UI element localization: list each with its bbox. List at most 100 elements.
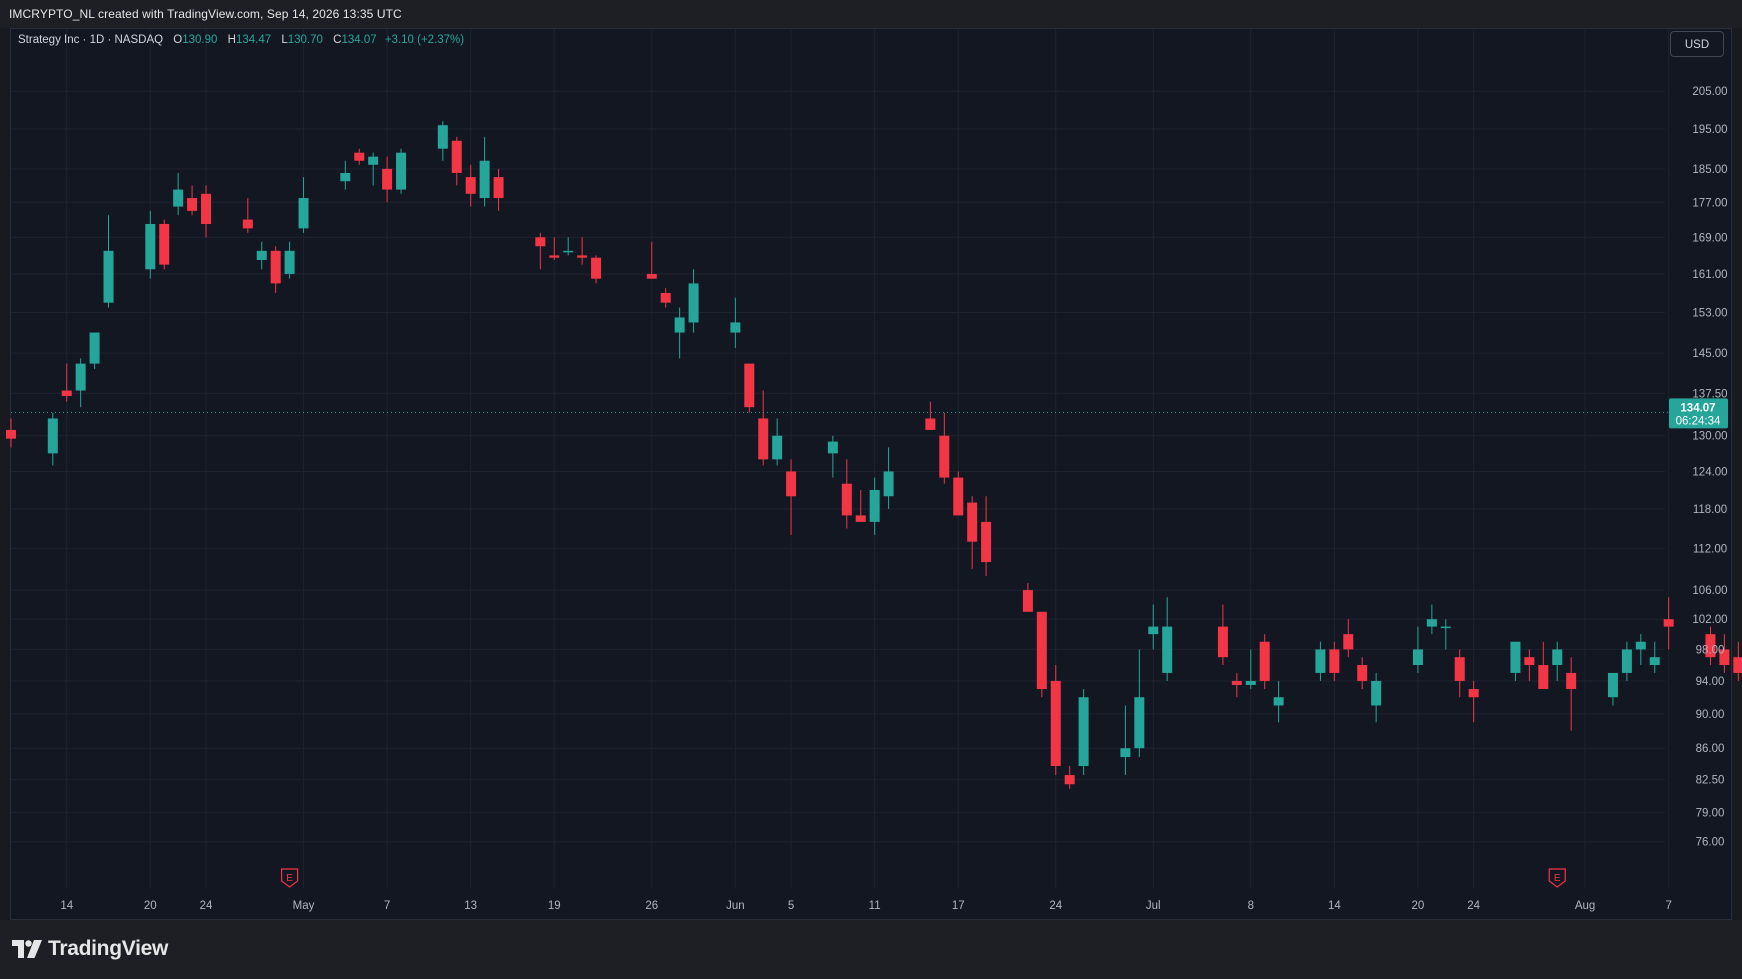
candle-body	[1134, 697, 1145, 749]
y-tick-label: 98.00	[1696, 644, 1725, 656]
candle-body	[1162, 626, 1173, 673]
x-tick-label: 14	[1328, 900, 1341, 912]
candle-body	[869, 489, 880, 522]
x-tick-label: 11	[869, 900, 881, 912]
candle-body	[47, 418, 58, 454]
candle-body	[730, 322, 741, 333]
change-value: +3.10 (+2.37%)	[384, 34, 465, 46]
y-tick-label: 185.00	[1692, 164, 1727, 176]
candle-body	[758, 418, 769, 460]
candle-body	[1426, 619, 1437, 627]
candle-body	[1217, 626, 1228, 658]
high-label: H	[227, 34, 236, 46]
candle-body	[1552, 649, 1563, 666]
tradingview-logo-icon	[12, 940, 42, 958]
x-tick-label: 7	[1665, 900, 1671, 912]
bar-countdown: 06:24:34	[1676, 415, 1721, 427]
candle-body	[1315, 649, 1326, 673]
candle-body	[465, 177, 476, 194]
candle-body	[256, 250, 267, 260]
x-tick-label: 8	[1248, 900, 1254, 912]
candle-body	[925, 418, 936, 430]
candle-body	[1649, 657, 1660, 666]
y-tick-label: 137.50	[1692, 388, 1727, 400]
candle-body	[396, 152, 407, 190]
x-tick-label: 26	[645, 900, 658, 912]
candle-body	[298, 198, 309, 229]
y-tick-label: 169.00	[1692, 232, 1727, 244]
candle-body	[744, 363, 755, 408]
candle-body	[660, 292, 671, 303]
candle-body	[1259, 641, 1270, 681]
candle-body	[1273, 697, 1284, 706]
grid	[11, 29, 1670, 888]
candle-body	[103, 250, 114, 303]
candle-body	[1663, 619, 1674, 627]
candle-body	[479, 160, 490, 199]
open-value: 130.90	[182, 34, 218, 46]
x-tick-label: 5	[788, 900, 794, 912]
x-axis[interactable]: 14 20 24 May 7 13 19 26 Jun 5 11 17 24 Jul 8 14 20 24 Aug 7…	[60, 900, 1742, 912]
candle-body	[451, 140, 462, 173]
candle-body	[535, 237, 546, 247]
ohlc-legend: Strategy Inc · 1D · NASDAQ O130.90 H134.…	[18, 34, 464, 46]
y-tick-label: 153.00	[1692, 308, 1727, 320]
earnings-marker-label: E	[1554, 873, 1561, 884]
x-tick-label: Jun	[726, 900, 745, 912]
candle-body	[1343, 634, 1354, 650]
candle-body	[1357, 665, 1368, 681]
candle-body	[340, 172, 351, 182]
candle-body	[1635, 641, 1646, 650]
candle-body	[1022, 590, 1033, 612]
candle-body	[1245, 680, 1256, 685]
symbol-title: Strategy Inc · 1D · NASDAQ	[18, 34, 164, 46]
candle-body	[1231, 680, 1242, 685]
low-value: 130.70	[287, 34, 323, 46]
y-axis[interactable]: 205.00 195.00 185.00 177.00 169.00 161.00 153.…	[1692, 86, 1727, 848]
x-tick-label: 24	[1049, 900, 1062, 912]
candle-body	[270, 250, 281, 284]
candle-body	[1412, 649, 1423, 666]
candle-body	[201, 193, 212, 224]
candle-body	[6, 429, 16, 439]
y-tick-label: 145.00	[1692, 348, 1727, 360]
candle-body	[981, 521, 992, 563]
currency-button[interactable]: USD	[1670, 31, 1724, 57]
y-tick-label: 106.00	[1692, 585, 1727, 597]
candle-body	[591, 257, 602, 279]
last-price-value: 134.07	[1680, 402, 1715, 414]
footer-bar	[0, 920, 1742, 979]
x-tick-label: 20	[144, 900, 157, 912]
candle-body	[646, 273, 657, 279]
candle-body	[688, 283, 699, 323]
candle-body	[1120, 748, 1131, 758]
candle-body	[61, 390, 72, 397]
y-tick-label: 177.00	[1692, 197, 1727, 209]
candle-body	[772, 435, 783, 460]
candle-body	[437, 125, 448, 149]
candle-body	[242, 219, 253, 229]
candle-body	[939, 435, 950, 478]
candle-body	[549, 255, 560, 258]
y-tick-label: 102.00	[1692, 614, 1727, 626]
candle-body	[354, 152, 365, 161]
y-tick-label: 195.00	[1692, 124, 1727, 136]
earnings-marker-label: E	[286, 873, 293, 884]
candle-body	[187, 198, 198, 211]
candle-body	[1524, 657, 1535, 666]
candle-body	[1078, 697, 1089, 767]
x-tick-label: 13	[464, 900, 477, 912]
candle-body	[1566, 672, 1577, 690]
tradingview-logo[interactable]: TradingView	[12, 937, 168, 961]
candle-body	[1064, 775, 1075, 785]
candle-body	[563, 250, 574, 253]
candle-body	[841, 483, 852, 516]
x-tick-label: 24	[1467, 900, 1480, 912]
open-label: O	[173, 34, 183, 46]
candle-body	[1454, 657, 1465, 681]
x-tick-label: Aug	[1575, 900, 1595, 912]
y-tick-label: 124.00	[1692, 466, 1727, 478]
candlestick-chart[interactable]: 134.0706:24:34 205.00195.00185.00177.001…	[0, 0, 1742, 920]
candle-body	[159, 223, 170, 265]
y-tick-label: 82.50	[1696, 775, 1725, 787]
